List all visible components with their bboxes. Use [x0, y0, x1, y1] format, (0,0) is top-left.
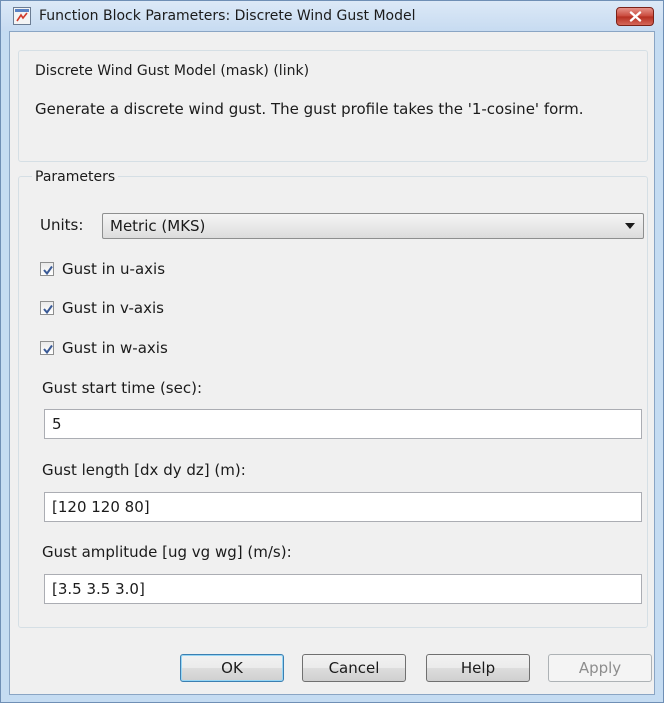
simulink-block-icon	[13, 7, 31, 25]
units-label: Units:	[40, 216, 84, 234]
gust-length-label: Gust length [dx dy dz] (m):	[42, 461, 246, 479]
gust-length-value: [120 120 80]	[52, 498, 150, 516]
gust-start-time-label: Gust start time (sec):	[42, 379, 203, 397]
window-title: Function Block Parameters: Discrete Wind…	[39, 8, 416, 24]
apply-button[interactable]: Apply	[548, 654, 652, 682]
gust-amplitude-label: Gust amplitude [ug vg wg] (m/s):	[42, 543, 292, 561]
checkbox-box[interactable]	[40, 301, 54, 315]
description-group-title: Discrete Wind Gust Model (mask) (link)	[32, 63, 313, 79]
checkmark-icon	[43, 265, 53, 276]
cancel-button[interactable]: Cancel	[302, 654, 406, 682]
dialog-content: Discrete Wind Gust Model (mask) (link) G…	[9, 31, 655, 695]
checkbox-box[interactable]	[40, 341, 54, 355]
gust-start-time-value: 5	[52, 415, 62, 433]
ok-button[interactable]: OK	[180, 654, 284, 682]
gust-start-time-field[interactable]: 5	[44, 409, 642, 439]
units-selected-value: Metric (MKS)	[110, 217, 206, 235]
gust-w-axis-label: Gust in w-axis	[62, 339, 168, 357]
description-text: Generate a discrete wind gust. The gust …	[35, 100, 584, 118]
units-dropdown[interactable]: Metric (MKS)	[102, 213, 644, 239]
gust-v-axis-label: Gust in v-axis	[62, 299, 164, 317]
checkbox-box[interactable]	[40, 262, 54, 276]
gust-amplitude-field[interactable]: [3.5 3.5 3.0]	[44, 574, 642, 604]
gust-length-field[interactable]: [120 120 80]	[44, 492, 642, 522]
close-icon	[629, 11, 642, 22]
parameters-group-title: Parameters	[32, 169, 119, 185]
checkmark-icon	[43, 344, 53, 355]
gust-u-axis-label: Gust in u-axis	[62, 260, 166, 278]
checkmark-icon	[43, 304, 53, 315]
dialog-window: Function Block Parameters: Discrete Wind…	[0, 0, 664, 703]
close-button[interactable]	[616, 7, 654, 26]
title-bar[interactable]: Function Block Parameters: Discrete Wind…	[1, 1, 663, 31]
help-button[interactable]: Help	[426, 654, 530, 682]
gust-amplitude-value: [3.5 3.5 3.0]	[52, 580, 145, 598]
chevron-down-icon	[625, 223, 635, 229]
